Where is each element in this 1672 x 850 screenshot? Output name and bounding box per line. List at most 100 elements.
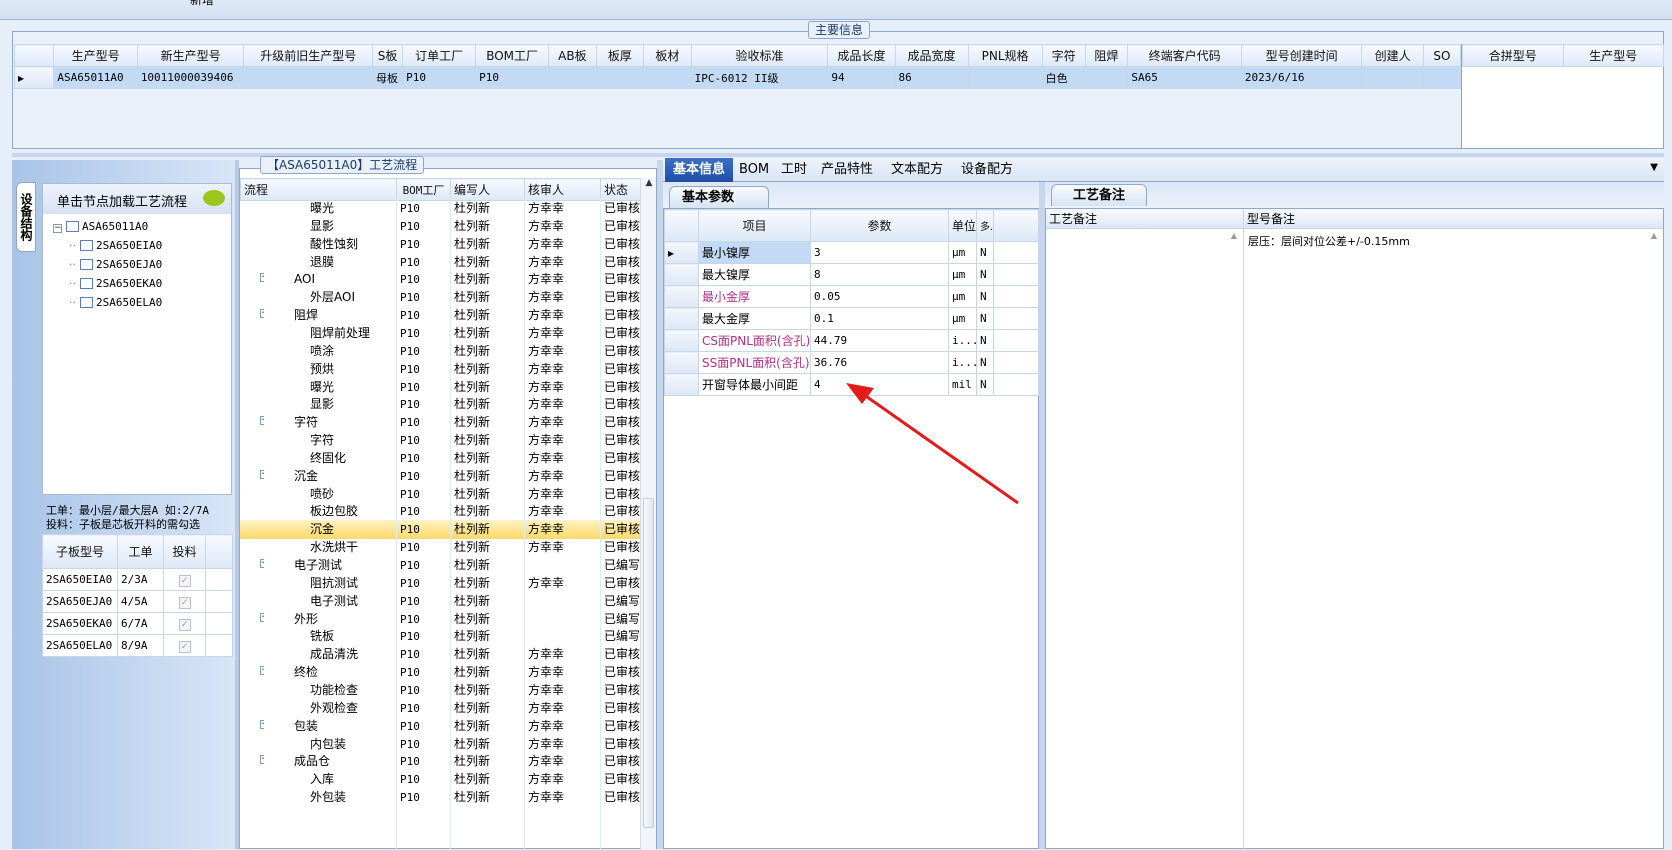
col-main-8[interactable]: 板材 (643, 44, 692, 67)
main-cell-15[interactable]: SA65 (1127, 66, 1242, 89)
feed-checkbox[interactable]: ✓ (178, 618, 191, 631)
param-value[interactable]: 44.79 (810, 329, 949, 352)
col-main-5[interactable]: BOM工厂 (475, 44, 550, 67)
main-cell-11[interactable]: 86 (894, 66, 969, 89)
tab-5[interactable]: 设备配方 (953, 158, 1021, 182)
tree-child-node[interactable]: ·· 2SA650EIA0 (53, 239, 162, 258)
col-main-6[interactable]: AB板 (548, 44, 597, 67)
param-value[interactable]: 3 (810, 241, 949, 264)
tree-child-node[interactable]: ·· 2SA650ELA0 (53, 296, 162, 315)
main-cell-16[interactable]: 2023/6/16 (1240, 66, 1363, 89)
sub-board-row[interactable]: 2SA650EJA0 4/5A ✓ (42, 590, 233, 613)
sub-board-row[interactable]: 2SA650EIA0 2/3A ✓ (42, 568, 233, 591)
process-row[interactable]: ···预烘P10杜列新方幸幸已审核 (240, 360, 640, 379)
feed-checkbox[interactable]: ✓ (178, 574, 191, 587)
col-main-17[interactable]: 创建人 (1361, 44, 1424, 67)
process-row[interactable]: − 包装P10杜列新方幸幸已审核 (240, 717, 640, 736)
feed-checkbox[interactable]: ✓ (178, 640, 191, 653)
sub-cell[interactable]: ✓ (163, 590, 206, 613)
process-row[interactable]: − 终检P10杜列新方幸幸已审核 (240, 663, 640, 682)
process-row[interactable]: ···显影P10杜列新方幸幸已审核 (240, 395, 640, 414)
col-main-11[interactable]: 成品宽度 (894, 44, 969, 67)
param-row[interactable]: 最大镍厚 8 μm N (664, 263, 1039, 286)
main-cell-14[interactable] (1084, 66, 1129, 89)
param-value[interactable]: 36.76 (810, 351, 949, 374)
tab-0[interactable]: 基本信息 (665, 158, 734, 182)
main-cell-13[interactable]: 白色 (1041, 66, 1086, 89)
main-info-row[interactable]: ▸ ASA65011A0 10011000039406 母板 P10 P10 IPC-60… (13, 66, 1462, 89)
main-cell-3[interactable]: 母板 (372, 66, 404, 89)
col-main-0[interactable]: 生产型号 (53, 44, 138, 67)
process-row[interactable]: ···阻抗测试P10杜列新方幸幸已审核 (240, 574, 640, 593)
process-row[interactable]: ···酸性蚀刻P10杜列新方幸幸已审核 (240, 235, 640, 254)
tree-root-node[interactable]: − ASA65011A0 (53, 220, 162, 239)
main-cell-18[interactable] (1422, 66, 1462, 89)
model-remark-field[interactable]: 层压：层间对位公差+/-0.15mm (1248, 233, 1628, 249)
col-main-15[interactable]: 终端客户代码 (1127, 44, 1242, 67)
main-cell-17[interactable] (1361, 66, 1424, 89)
process-row[interactable]: ···板边包胶P10杜列新方幸幸已审核 (240, 502, 640, 521)
tab-4[interactable]: 文本配方 (883, 158, 951, 182)
process-row[interactable]: − 字符P10杜列新方幸幸已审核 (240, 413, 640, 432)
param-row[interactable]: 最小金厚 0.05 μm N (664, 285, 1039, 308)
process-row[interactable]: ···阻焊前处理P10杜列新方幸幸已审核 (240, 324, 640, 343)
process-row[interactable]: ···铣板P10杜列新已编写 (240, 627, 640, 646)
basic-param-tab[interactable]: 基本参数 (669, 186, 769, 208)
main-cell-6[interactable] (548, 66, 597, 89)
main-cell-0[interactable]: ASA65011A0 (53, 66, 138, 89)
param-row[interactable]: 最大金厚 0.1 μm N (664, 307, 1039, 330)
col-main-13[interactable]: 字符 (1041, 44, 1086, 67)
process-row[interactable]: ···电子测试P10杜列新已编写 (240, 592, 640, 611)
main-cell-1[interactable]: 10011000039406 (136, 66, 245, 89)
scroll-up-icon[interactable]: ▲ (1651, 231, 1657, 240)
remark-tab[interactable]: 工艺备注 (1051, 184, 1147, 206)
param-value[interactable]: 8 (810, 263, 949, 286)
sub-board-row[interactable]: 2SA650EKA0 6/7A ✓ (42, 612, 233, 635)
process-row[interactable]: ···字符P10杜列新方幸幸已审核 (240, 431, 640, 450)
process-row[interactable]: − 电子测试P10杜列新已编写 (240, 556, 640, 575)
process-row[interactable]: ···终固化P10杜列新方幸幸已审核 (240, 449, 640, 468)
process-row[interactable]: ···外层AOIP10杜列新方幸幸已审核 (240, 288, 640, 307)
tree-child-node[interactable]: ·· 2SA650EJA0 (53, 258, 162, 277)
col-main-16[interactable]: 型号创建时间 (1240, 44, 1363, 67)
sub-cell[interactable]: ✓ (163, 612, 206, 635)
main-cell-12[interactable] (967, 66, 1043, 89)
process-row[interactable]: − 沉金P10杜列新方幸幸已审核 (240, 467, 640, 486)
col-multi[interactable]: 多. (976, 209, 994, 242)
main-cell-10[interactable]: 94 (827, 66, 896, 89)
sub-cell[interactable]: ✓ (163, 568, 206, 591)
feed-checkbox[interactable]: ✓ (178, 596, 191, 609)
process-row[interactable]: ···曝光P10杜列新方幸幸已审核 (240, 199, 640, 218)
main-cell-8[interactable] (643, 66, 692, 89)
main-cell-5[interactable]: P10 (475, 66, 550, 89)
process-scrollbar[interactable]: ▲ (640, 178, 656, 850)
col-main-10[interactable]: 成品长度 (827, 44, 896, 67)
process-row[interactable]: ···外包装P10杜列新方幸幸已审核 (240, 788, 640, 807)
tab-3[interactable]: 产品特性 (813, 158, 881, 182)
sub-board-row[interactable]: 2SA650ELA0 8/9A ✓ (42, 634, 233, 657)
process-row[interactable]: ···沉金P10杜列新方幸幸已审核 (240, 520, 640, 539)
param-row[interactable]: ▸ 最小镍厚 3 μm N (664, 241, 1039, 264)
col-main-3[interactable]: S板 (372, 44, 404, 67)
tab-2[interactable]: 工时 (773, 158, 815, 182)
col-main-14[interactable]: 阻焊 (1084, 44, 1129, 67)
col-unit[interactable]: 单位 (948, 209, 977, 242)
process-row[interactable]: ···外观检查P10杜列新方幸幸已审核 (240, 699, 640, 718)
process-row[interactable]: ···入库P10杜列新方幸幸已审核 (240, 770, 640, 789)
process-row[interactable]: − 阻焊P10杜列新方幸幸已审核 (240, 306, 640, 325)
process-row[interactable]: ···喷涂P10杜列新方幸幸已审核 (240, 342, 640, 361)
process-row[interactable]: − 成品仓P10杜列新方幸幸已审核 (240, 752, 640, 771)
equipment-structure-tab[interactable]: 设备结构 (16, 182, 36, 252)
tab-overflow-icon[interactable]: ▼ (1650, 162, 1658, 173)
process-row[interactable]: ···成品清洗P10杜列新方幸幸已审核 (240, 645, 640, 664)
sub-cell[interactable]: ✓ (163, 634, 206, 657)
main-cell-7[interactable] (595, 66, 645, 89)
col-main-12[interactable]: PNL规格 (967, 44, 1043, 67)
col-param[interactable]: 参数 (810, 209, 949, 242)
param-row[interactable]: SS面PNL面积(含孔) 36.76 i... N (664, 351, 1039, 374)
process-row[interactable]: − AOIP10杜列新方幸幸已审核 (240, 270, 640, 289)
param-value[interactable]: 0.1 (810, 307, 949, 330)
col-item[interactable]: 项目 (698, 209, 811, 242)
col-main-18[interactable]: SO (1422, 44, 1462, 67)
param-value[interactable]: 0.05 (810, 285, 949, 308)
